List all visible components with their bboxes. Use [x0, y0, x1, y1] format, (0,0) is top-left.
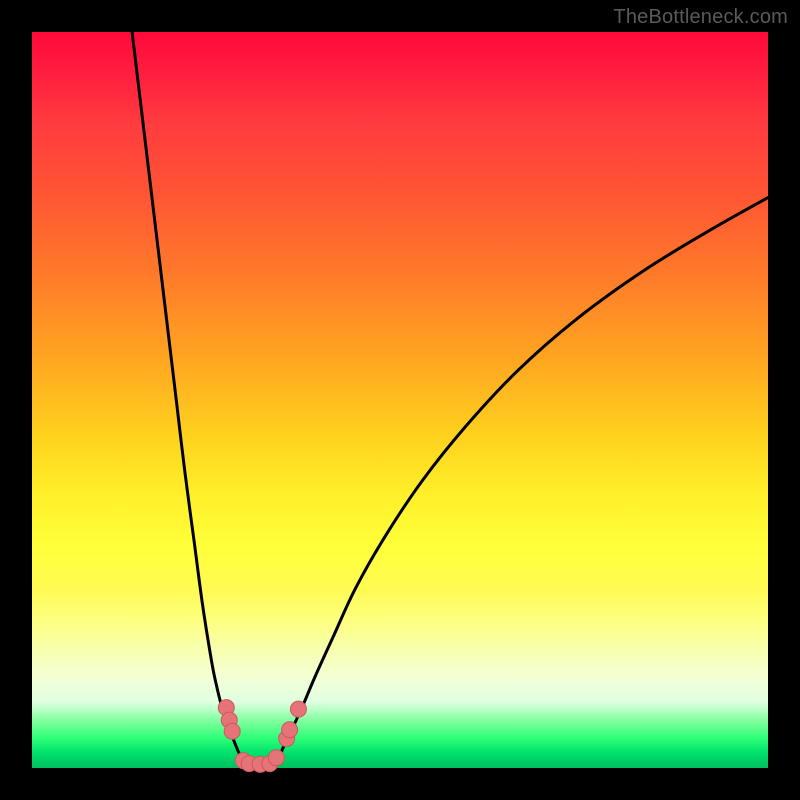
series-left-branch [132, 32, 245, 767]
chart-markers-group [218, 700, 306, 773]
data-marker-10 [290, 701, 306, 717]
chart-series-group [132, 32, 768, 767]
chart-plot-area [32, 32, 768, 768]
data-marker-2 [224, 723, 240, 739]
watermark-text: TheBottleneck.com [613, 6, 788, 29]
series-right-branch [275, 198, 768, 767]
data-marker-9 [282, 722, 298, 738]
chart-svg [32, 32, 768, 768]
data-marker-7 [268, 750, 284, 766]
chart-frame: TheBottleneck.com [0, 0, 800, 800]
